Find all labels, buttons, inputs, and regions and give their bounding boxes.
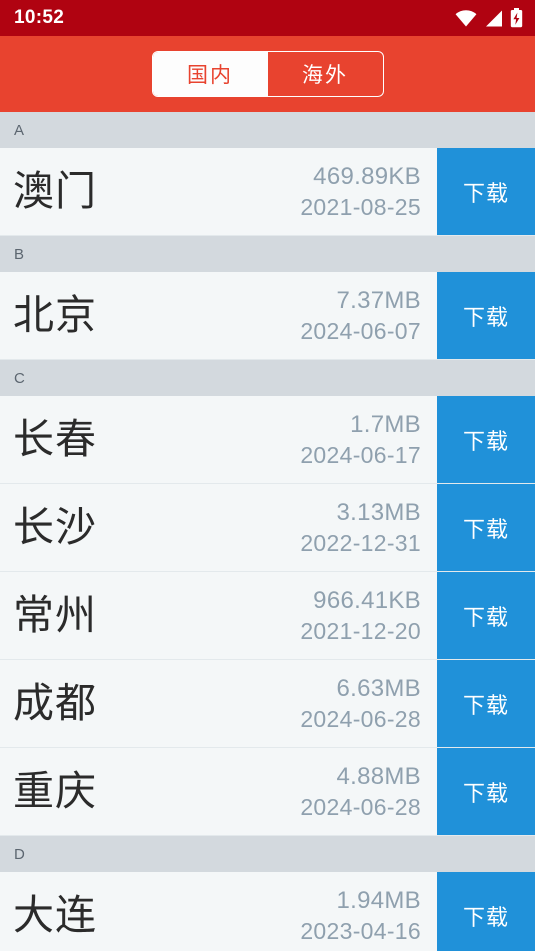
city-meta: 469.89KB 2021-08-25	[300, 162, 421, 222]
download-button[interactable]: 下载	[437, 872, 535, 951]
city-meta: 7.37MB 2024-06-07	[300, 286, 421, 346]
city-row[interactable]: 澳门 469.89KB 2021-08-25 下载	[0, 148, 535, 236]
download-button[interactable]: 下载	[437, 748, 535, 835]
section-header-d: D	[0, 836, 535, 872]
city-row-info: 长沙 3.13MB 2022-12-31	[0, 484, 437, 571]
section-header-letter: D	[14, 845, 26, 863]
city-name: 澳门	[13, 168, 97, 214]
city-row-info: 长春 1.7MB 2024-06-17	[0, 396, 437, 483]
city-row[interactable]: 常州 966.41KB 2021-12-20 下载	[0, 572, 535, 660]
city-update-date: 2023-04-16	[300, 917, 421, 944]
download-button[interactable]: 下载	[437, 660, 535, 747]
download-button[interactable]: 下载	[437, 148, 535, 235]
city-name: 长沙	[13, 504, 97, 550]
city-row-info: 澳门 469.89KB 2021-08-25	[0, 148, 437, 235]
section-header-letter: C	[14, 369, 26, 387]
segment-domestic[interactable]: 国内	[152, 52, 268, 96]
city-name: 大连	[13, 892, 97, 938]
cellular-signal-icon	[484, 10, 503, 27]
city-row-info: 常州 966.41KB 2021-12-20	[0, 572, 437, 659]
segment-overseas[interactable]: 海外	[268, 52, 383, 96]
city-name: 成都	[13, 680, 97, 726]
section-header-letter: B	[14, 245, 25, 263]
city-row[interactable]: 北京 7.37MB 2024-06-07 下载	[0, 272, 535, 360]
city-row-info: 大连 1.94MB 2023-04-16	[0, 872, 437, 951]
battery-charging-icon	[510, 8, 523, 28]
city-row[interactable]: 重庆 4.88MB 2024-06-28 下载	[0, 748, 535, 836]
city-meta: 966.41KB 2021-12-20	[300, 586, 421, 646]
section-header-c: C	[0, 360, 535, 396]
city-meta: 1.7MB 2024-06-17	[300, 410, 421, 470]
download-button[interactable]: 下载	[437, 484, 535, 571]
city-row-info: 成都 6.63MB 2024-06-28	[0, 660, 437, 747]
city-row[interactable]: 大连 1.94MB 2023-04-16 下载	[0, 872, 535, 951]
city-update-date: 2021-12-20	[300, 617, 421, 644]
city-name: 常州	[13, 592, 97, 638]
section-header-b: B	[0, 236, 535, 272]
city-meta: 4.88MB 2024-06-28	[300, 762, 421, 822]
wifi-icon	[455, 9, 477, 27]
download-button[interactable]: 下载	[437, 572, 535, 659]
status-bar-clock: 10:52	[14, 7, 65, 28]
download-button[interactable]: 下载	[437, 272, 535, 359]
city-update-date: 2024-06-28	[300, 705, 421, 732]
app-root: 10:52 国内 海外 A 澳门 469.89KB 2021-08-25 下载 B 北京	[0, 0, 535, 951]
city-update-date: 2024-06-17	[300, 441, 421, 468]
city-file-size: 4.88MB	[336, 762, 421, 790]
city-update-date: 2021-08-25	[300, 193, 421, 220]
city-row[interactable]: 成都 6.63MB 2024-06-28 下载	[0, 660, 535, 748]
city-name: 北京	[13, 292, 97, 338]
city-meta: 3.13MB 2022-12-31	[300, 498, 421, 558]
city-file-size: 3.13MB	[336, 498, 421, 526]
city-row[interactable]: 长春 1.7MB 2024-06-17 下载	[0, 396, 535, 484]
toolbar: 国内 海外	[0, 36, 535, 112]
section-header-letter: A	[14, 121, 25, 139]
city-meta: 1.94MB 2023-04-16	[300, 886, 421, 946]
city-meta: 6.63MB 2024-06-28	[300, 674, 421, 734]
download-button[interactable]: 下载	[437, 396, 535, 483]
city-row[interactable]: 长沙 3.13MB 2022-12-31 下载	[0, 484, 535, 572]
city-row-info: 重庆 4.88MB 2024-06-28	[0, 748, 437, 835]
status-bar-icons	[455, 8, 523, 28]
city-name: 重庆	[13, 768, 97, 814]
city-list[interactable]: A 澳门 469.89KB 2021-08-25 下载 B 北京 7.37MB 2024-06-…	[0, 112, 535, 951]
city-file-size: 6.63MB	[336, 674, 421, 702]
city-update-date: 2024-06-28	[300, 793, 421, 820]
region-segmented-control[interactable]: 国内 海外	[151, 51, 384, 97]
city-update-date: 2024-06-07	[300, 317, 421, 344]
city-update-date: 2022-12-31	[300, 529, 421, 556]
city-name: 长春	[13, 416, 97, 462]
city-file-size: 1.7MB	[350, 410, 421, 438]
city-file-size: 966.41KB	[313, 586, 421, 614]
status-bar: 10:52	[0, 0, 535, 36]
city-file-size: 469.89KB	[313, 162, 421, 190]
city-file-size: 1.94MB	[336, 886, 421, 914]
section-header-a: A	[0, 112, 535, 148]
city-file-size: 7.37MB	[336, 286, 421, 314]
city-row-info: 北京 7.37MB 2024-06-07	[0, 272, 437, 359]
